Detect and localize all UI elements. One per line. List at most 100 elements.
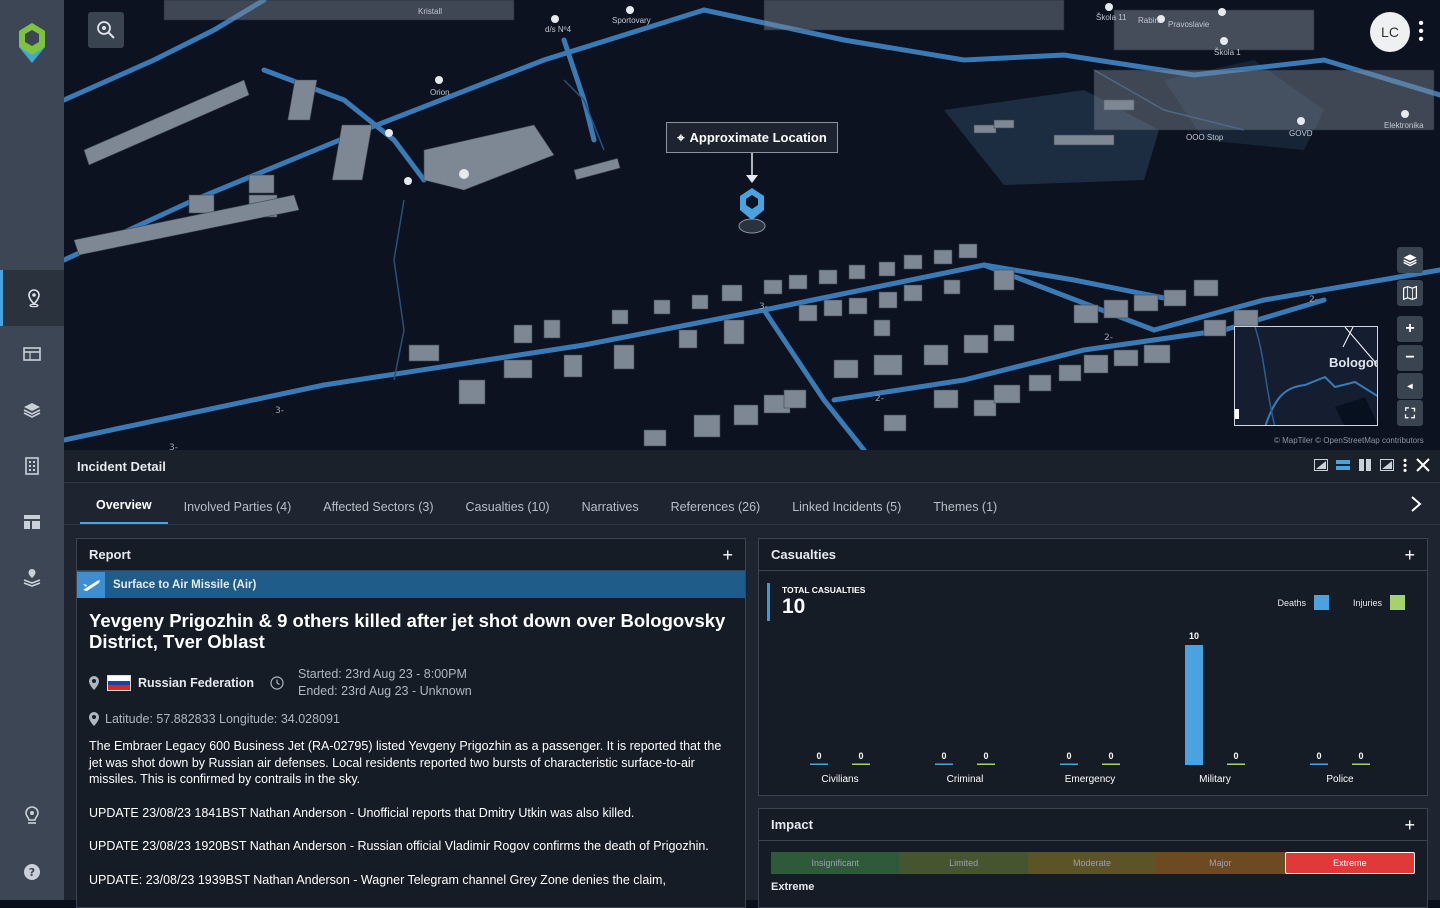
panel-more-icon[interactable]: • • •: [1402, 456, 1408, 477]
bar-value-label: 0: [1233, 751, 1238, 761]
incident-type-bar: Surface to Air Missile (Air): [77, 571, 745, 598]
user-avatar[interactable]: LC: [1370, 12, 1410, 52]
compass-button[interactable]: ◂: [1397, 373, 1423, 399]
svg-text:3-: 3-: [759, 302, 768, 312]
expand-plus-icon[interactable]: +: [722, 545, 733, 566]
tab-narratives[interactable]: Narratives: [566, 500, 655, 524]
sidebar-location-bulb-button[interactable]: [0, 788, 64, 844]
impact-level-major[interactable]: Major: [1156, 852, 1285, 874]
map-label: OOO Stop: [1186, 133, 1224, 142]
map-label: Rabin: [1138, 16, 1159, 25]
app-logo-icon[interactable]: [18, 22, 46, 64]
layers-icon: [1403, 254, 1417, 267]
incident-dates: Started: 23rd Aug 23 - 8:00PM Ended: 23r…: [298, 666, 472, 700]
sidebar-stacked-pin-button[interactable]: [0, 550, 64, 606]
report-paragraph: UPDATE 23/08/23 1920BST Nathan Anderson …: [89, 839, 709, 853]
impact-card: Impact + Insignificant Limited Moderate Maj…: [758, 808, 1428, 908]
impact-level-extreme[interactable]: Extreme: [1284, 852, 1416, 874]
layout-split-icon[interactable]: [1314, 459, 1328, 474]
clock-icon: [270, 676, 284, 690]
report-card-header: Report +: [77, 539, 745, 571]
category-label: Civilians: [821, 774, 858, 785]
impact-level-insignificant[interactable]: Insignificant: [771, 852, 900, 874]
tab-linked-incidents[interactable]: Linked Incidents (5): [776, 500, 917, 524]
impact-scale: Insignificant Limited Moderate Major Extreme: [771, 852, 1416, 874]
map-search-button[interactable]: [88, 12, 124, 48]
location-pin-icon: [89, 712, 99, 726]
sidebar-help-button[interactable]: ?: [0, 844, 64, 900]
bar-injuries-emergency[interactable]: [1102, 763, 1120, 766]
minimap[interactable]: Bologoe: [1234, 326, 1378, 426]
tab-casualties[interactable]: Casualties (10): [450, 500, 566, 524]
fullscreen-button[interactable]: ⛶: [1397, 400, 1423, 426]
panel-title: Incident Detail: [77, 458, 166, 474]
layout-vertical-icon[interactable]: [1358, 459, 1372, 474]
map-attribution[interactable]: © MapTiler © OpenStreetMap contributors: [1274, 436, 1424, 445]
coordinates: Latitude: 57.882833 Longitude: 34.028091: [105, 712, 340, 726]
sidebar-table-button[interactable]: [0, 326, 64, 382]
zoom-in-button[interactable]: +: [1397, 316, 1423, 342]
sidebar-layers-button[interactable]: [0, 382, 64, 438]
casualties-bar-chart: 0 0 Civilians 0 0 Criminal 0 0 Emergency 10 0 Milit…: [810, 631, 1370, 785]
expand-plus-icon[interactable]: +: [1404, 545, 1415, 566]
help-icon: ?: [24, 864, 40, 880]
minimap-label: Bologoe: [1329, 355, 1378, 370]
impact-value: Extreme: [771, 881, 815, 893]
approximate-location-label: ⌖ Approximate Location: [666, 122, 838, 153]
fullscreen-icon: ⛶: [1405, 404, 1415, 421]
incident-headline: Yevgeny Prigozhin & 9 others killed afte…: [89, 610, 726, 652]
tab-overview[interactable]: Overview: [80, 498, 168, 524]
map-label: Škola 11: [1096, 13, 1127, 22]
map-style-button[interactable]: [1397, 280, 1423, 306]
expand-plus-icon[interactable]: +: [1404, 815, 1415, 836]
incident-type: Surface to Air Missile (Air): [113, 578, 257, 591]
more-vertical-icon[interactable]: • • •: [1416, 16, 1426, 48]
bar-value-label: 0: [816, 751, 821, 761]
location-pin-icon: [89, 676, 99, 690]
stacked-pin-icon: [23, 569, 41, 587]
location-bulb-icon: [25, 806, 39, 824]
bar-deaths-emergency[interactable]: [1060, 763, 1078, 766]
impact-level-moderate[interactable]: Moderate: [1027, 852, 1157, 874]
bar-value-label: 0: [1066, 751, 1071, 761]
close-icon[interactable]: [1416, 458, 1430, 475]
tab-involved-parties[interactable]: Involved Parties (4): [168, 500, 308, 524]
impact-level-limited[interactable]: Limited: [899, 852, 1028, 874]
tab-references[interactable]: References (26): [655, 500, 777, 524]
bar-deaths-police[interactable]: [1310, 763, 1328, 766]
layout-horizontal-icon[interactable]: [1336, 459, 1350, 474]
map-pin-icon: [27, 289, 40, 308]
bar-injuries-civilians[interactable]: [852, 763, 870, 766]
map-label: Elektronika: [1384, 121, 1424, 130]
impact-title: Impact: [771, 817, 813, 832]
svg-text:2-: 2-: [1309, 295, 1318, 305]
crosshair-icon: ⌖: [677, 129, 685, 145]
svg-text:2-: 2-: [875, 394, 884, 404]
sidebar-building-button[interactable]: [0, 438, 64, 494]
bar-value-label: 0: [1358, 751, 1363, 761]
sidebar-dashboard-button[interactable]: [0, 494, 64, 550]
category-label: Police: [1326, 774, 1354, 785]
tab-themes[interactable]: Themes (1): [917, 500, 1013, 524]
layers-control-button[interactable]: [1397, 247, 1423, 273]
bar-deaths-criminal[interactable]: [935, 763, 953, 766]
end-date: Ended: 23rd Aug 23 - Unknown: [298, 684, 472, 698]
bar-deaths-military[interactable]: [1185, 645, 1203, 765]
incident-meta: Russian Federation Started: 23rd Aug 23 …: [89, 666, 733, 700]
dashboard-icon: [24, 515, 40, 529]
zoom-out-button[interactable]: −: [1397, 345, 1423, 371]
bar-deaths-civilians[interactable]: [810, 763, 828, 766]
table-icon: [23, 347, 41, 361]
tab-affected-sectors[interactable]: Affected Sectors (3): [307, 500, 449, 524]
bar-injuries-military[interactable]: [1227, 763, 1245, 766]
bar-value-label: 10: [1189, 631, 1199, 641]
layout-maximize-icon[interactable]: [1380, 459, 1394, 474]
bar-injuries-criminal[interactable]: [977, 763, 995, 766]
sidebar: ?: [0, 0, 64, 900]
bar-injuries-police[interactable]: [1352, 763, 1370, 766]
report-paragraph: The Embraer Legacy 600 Business Jet (RA-…: [89, 739, 722, 786]
chevron-right-icon[interactable]: [1410, 495, 1422, 518]
sidebar-map-button[interactable]: [0, 270, 64, 326]
category-label: Emergency: [1065, 774, 1116, 785]
map-view[interactable]: 3- 3- 2- 2- 2- 3- Kristall Sportovary Orion Š…: [64, 0, 1440, 450]
